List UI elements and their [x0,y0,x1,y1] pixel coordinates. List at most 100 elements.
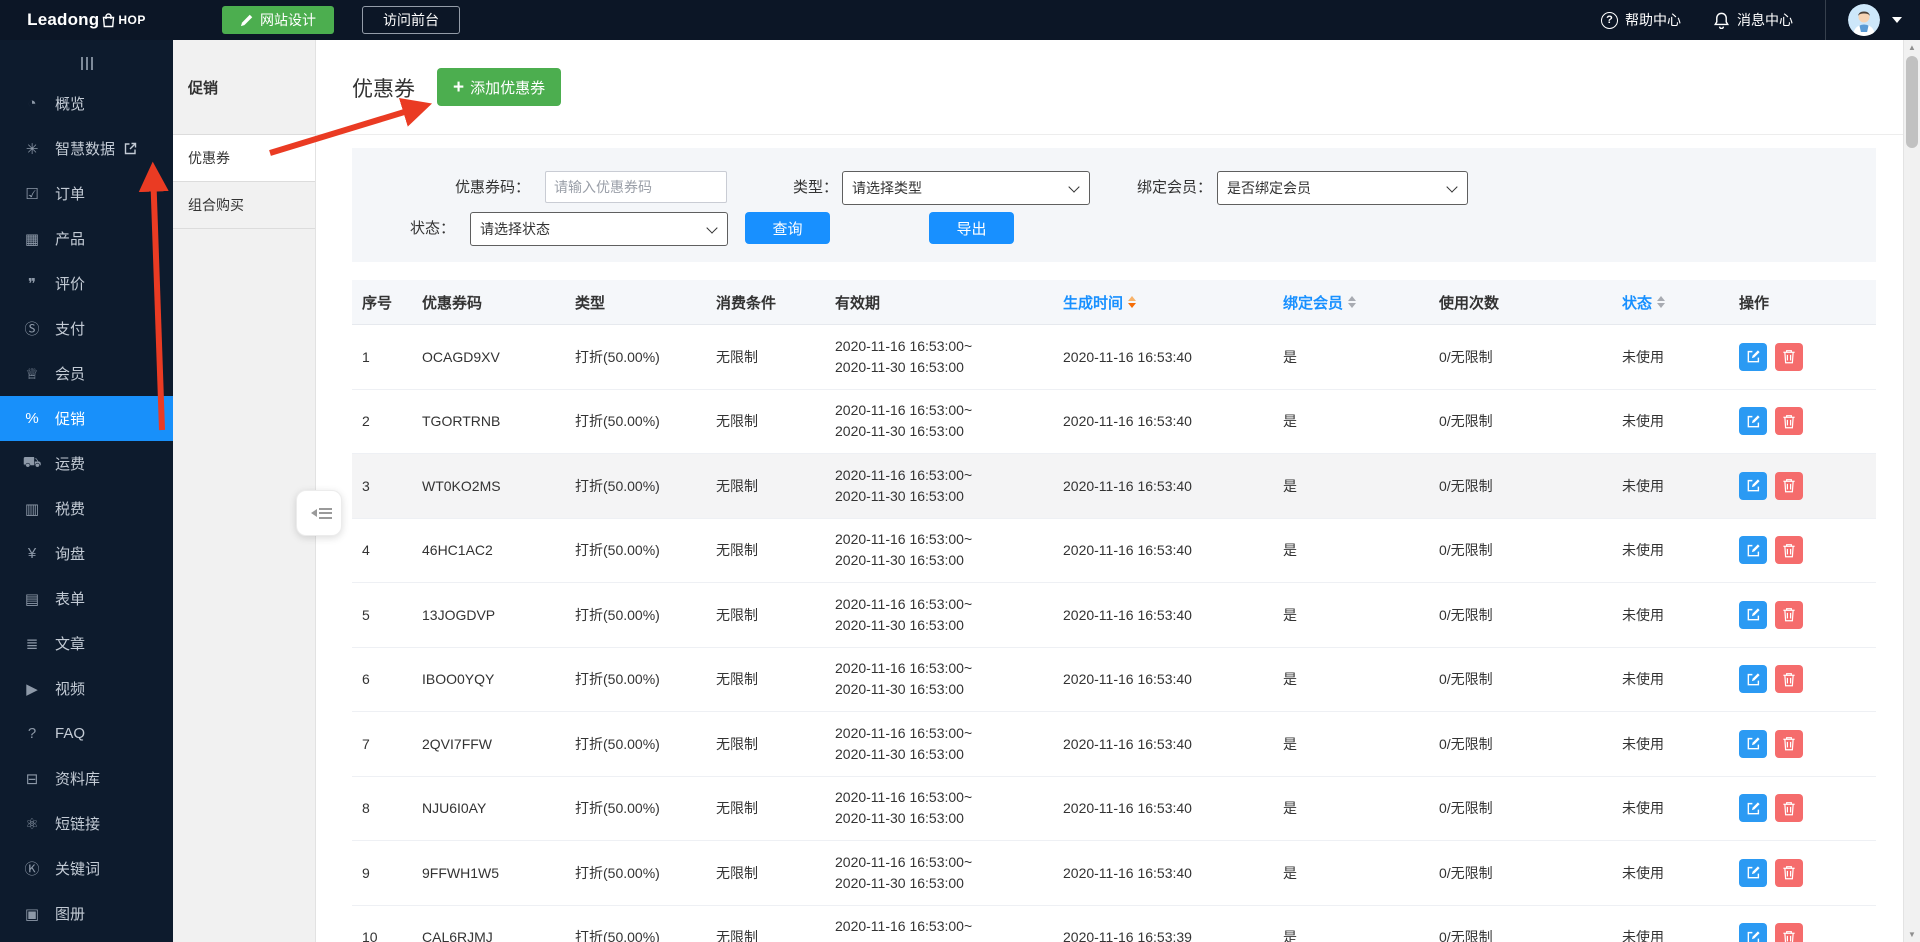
edit-button[interactable] [1739,600,1767,629]
sidebar-item-inquiry[interactable]: ¥ 询盘 [0,531,173,576]
cell-created-time: 2020-11-16 16:53:39 [1063,929,1192,942]
sidebar-item-reviews[interactable]: ❞ 评价 [0,261,173,306]
cell-bound-member: 是 [1283,864,1297,881]
delete-button[interactable] [1775,665,1803,694]
cell-status: 未使用 [1622,800,1664,817]
submenu-item[interactable]: 组合购买 [173,182,315,229]
cell-type: 打折(50.00%) [575,735,660,752]
export-button[interactable]: 导出 [929,212,1014,244]
edit-button[interactable] [1739,858,1767,887]
scrollbar[interactable]: ▲ ▼ [1903,40,1920,942]
column-header: 序号 [362,294,393,312]
keywords-icon: Ⓚ [24,861,40,878]
panel-collapse-button[interactable] [296,490,342,536]
library-icon: ⊟ [25,770,39,788]
plus-icon: + [453,76,465,98]
table-row: 10 CAL6RJMJ 打折(50.00%) 无限制 2020-11-16 16… [352,905,1876,942]
delete-button[interactable] [1775,536,1803,565]
cell-index: 8 [362,800,370,817]
edit-button[interactable] [1739,794,1767,823]
edit-button[interactable] [1739,407,1767,436]
scrollbar-thumb[interactable] [1906,56,1918,148]
cell-usage-count: 0/无限制 [1439,606,1493,623]
cell-type: 打折(50.00%) [575,542,660,559]
cell-actions [1729,858,1876,887]
cell-coupon-code: 9FFWH1W5 [422,864,499,881]
cell-index: 9 [362,864,370,881]
cell-created-time: 2020-11-16 16:53:40 [1063,606,1192,623]
type-select[interactable]: 请选择类型 [842,171,1090,205]
sidebar-item-short-link[interactable]: ⚛ 短链接 [0,801,173,846]
sidebar-collapse-icon[interactable] [0,40,173,81]
visit-frontend-button[interactable]: 访问前台 [362,6,460,34]
external-link-icon [124,142,137,155]
edit-button[interactable] [1739,665,1767,694]
delete-button[interactable] [1775,342,1803,371]
cell-type: 打折(50.00%) [575,864,660,881]
site-design-button[interactable]: 网站设计 [222,6,334,34]
search-button[interactable]: 查询 [745,212,830,244]
table-row: 5 13JOGDVP 打折(50.00%) 无限制 2020-11-16 16:… [352,583,1876,648]
delete-button[interactable] [1775,407,1803,436]
message-center[interactable]: 消息中心 [1713,10,1793,30]
sidebar-item-overview[interactable]: ◔ 概览 [0,81,173,126]
cell-index: 3 [362,477,370,494]
cell-validity: 2020-11-16 16:53:00~ 2020-11-30 16:53:00 [835,466,973,504]
sidebar-item-keywords[interactable]: Ⓚ 关键词 [0,846,173,891]
edit-button[interactable] [1739,729,1767,758]
bound-member-select[interactable]: 是否绑定会员 [1217,171,1468,205]
delete-button[interactable] [1775,471,1803,500]
column-header[interactable]: 状态 [1612,292,1729,313]
question-icon: ? [1601,11,1618,29]
cell-created-time: 2020-11-16 16:53:40 [1063,477,1192,494]
add-coupon-button[interactable]: + 添加优惠券 [437,68,562,106]
sidebar-item-album[interactable]: ▣ 图册 [0,891,173,936]
sidebar-item-shipping[interactable]: ⛟ 运费 [0,441,173,486]
sidebar-item-products[interactable]: ▦ 产品 [0,216,173,261]
edit-button[interactable] [1739,342,1767,371]
table-row: 4 46HC1AC2 打折(50.00%) 无限制 2020-11-16 16:… [352,518,1876,583]
status-select[interactable]: 请选择状态 [470,212,728,246]
sidebar-item-forms[interactable]: ▤ 表单 [0,576,173,621]
edit-button[interactable] [1739,923,1767,942]
sort-icon[interactable] [1128,296,1137,308]
sort-icon[interactable] [1348,296,1357,308]
delete-button[interactable] [1775,794,1803,823]
sidebar-item-payment[interactable]: Ⓢ 支付 [0,306,173,351]
chevron-down-icon[interactable] [1892,17,1902,23]
logo: Leadong HOP [27,10,146,29]
cell-condition: 无限制 [716,735,758,752]
column-header[interactable]: 生成时间 [1053,292,1273,313]
sidebar-item-videos[interactable]: ▶ 视频 [0,666,173,711]
scroll-down-icon[interactable]: ▼ [1904,930,1920,939]
submenu-item[interactable]: 优惠券 [173,135,315,182]
scroll-up-icon[interactable]: ▲ [1904,43,1920,52]
sidebar-item-members[interactable]: ♕ 会员 [0,351,173,396]
sidebar-item-faq[interactable]: ? FAQ [0,711,173,756]
delete-button[interactable] [1775,858,1803,887]
sort-icon[interactable] [1657,296,1666,308]
coupon-code-input[interactable] [545,171,727,203]
help-center[interactable]: ? 帮助中心 [1601,10,1681,30]
submenu-header: 促销 [173,40,315,135]
cell-created-time: 2020-11-16 16:53:40 [1063,671,1192,688]
edit-button[interactable] [1739,471,1767,500]
delete-button[interactable] [1775,923,1803,942]
delete-button[interactable] [1775,600,1803,629]
tax-icon: ▥ [24,500,40,518]
cell-usage-count: 0/无限制 [1439,671,1493,688]
column-header[interactable]: 绑定会员 [1273,292,1429,313]
edit-button[interactable] [1739,536,1767,565]
table-row: 8 NJU6I0AY 打折(50.00%) 无限制 2020-11-16 16:… [352,776,1876,841]
cell-status: 未使用 [1622,864,1664,881]
avatar[interactable] [1848,4,1880,36]
sidebar-item-orders[interactable]: ☑ 订单 [0,171,173,216]
delete-button[interactable] [1775,729,1803,758]
sidebar-item-promotions[interactable]: % 促销 [0,396,173,441]
sidebar-item-articles[interactable]: ≣ 文章 [0,621,173,666]
sidebar-item-tax[interactable]: ▥ 税费 [0,486,173,531]
cell-status: 未使用 [1622,348,1664,365]
members-icon: ♕ [25,365,39,383]
sidebar-item-library[interactable]: ⊟ 资料库 [0,756,173,801]
sidebar-item-smart-data[interactable]: ✳ 智慧数据 [0,126,173,171]
